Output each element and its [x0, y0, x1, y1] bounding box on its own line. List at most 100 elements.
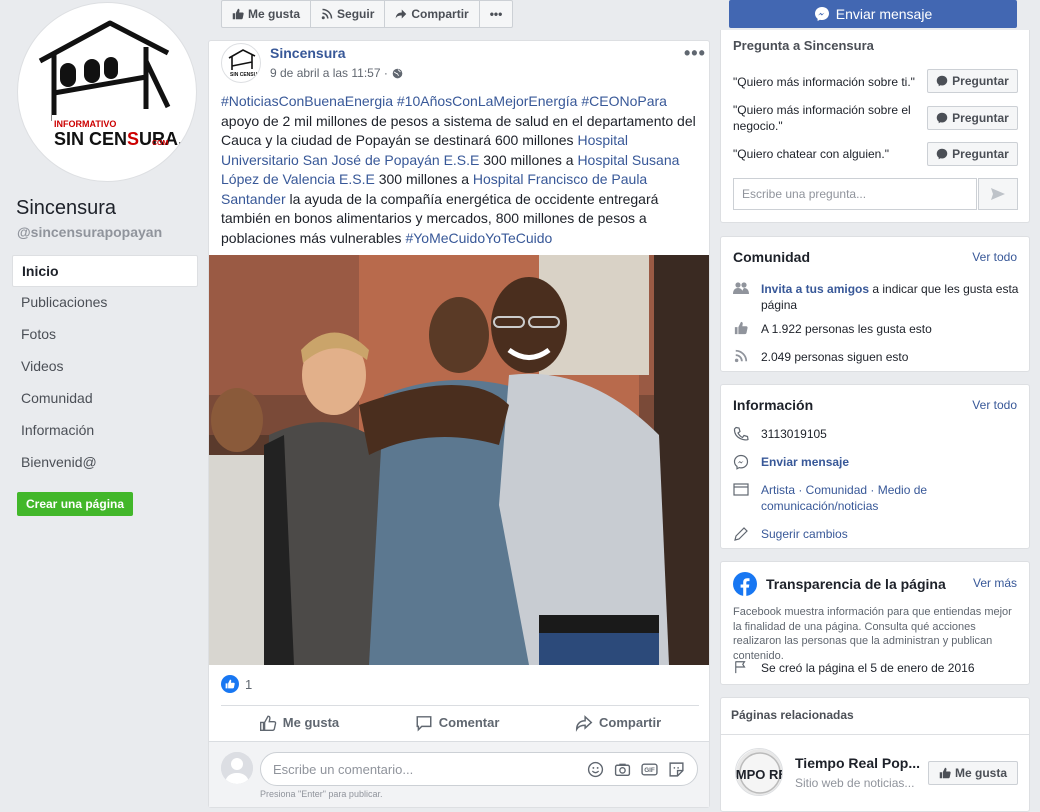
like-reaction-icon [221, 675, 239, 693]
like-page-label: Me gusta [248, 7, 301, 21]
post-text-segment: 300 millones a [374, 171, 473, 187]
transparency-body: Facebook muestra información para que en… [733, 606, 1012, 662]
message-row: Enviar mensaje [733, 454, 1019, 470]
info-title: Información [733, 397, 814, 413]
nav-item-bienvenid[interactable]: Bienvenid@ [12, 447, 198, 479]
post-author-name[interactable]: Sincensura [270, 45, 345, 61]
related-pages-panel: Páginas relacionadas TIEMPO REAL Tiempo … [720, 697, 1030, 812]
post-reactions[interactable]: 1 [221, 675, 252, 693]
sticker-icon[interactable] [668, 761, 685, 778]
share-page-button[interactable]: Compartir [385, 1, 480, 27]
ask-button-label: Preguntar [952, 74, 1009, 88]
page-navigation: Inicio Publicaciones Fotos Videos Comuni… [12, 255, 198, 479]
community-see-all-link[interactable]: Ver todo [972, 250, 1017, 264]
page-created-text: Se creó la página el 5 de enero de 2016 [761, 661, 975, 675]
nav-item-informacion[interactable]: Información [12, 415, 198, 447]
related-page-avatar[interactable]: TIEMPO REAL [735, 748, 783, 796]
page-categories[interactable]: Artista · Comunidad · Medio de comunicac… [761, 482, 1019, 514]
related-divider [721, 734, 1029, 735]
follow-page-button[interactable]: Seguir [311, 1, 386, 27]
post-comment-button[interactable]: Comentar [415, 714, 500, 732]
post-photo[interactable] [209, 255, 709, 665]
related-page-name[interactable]: Tiempo Real Pop... [795, 755, 920, 771]
info-send-message-link[interactable]: Enviar mensaje [761, 454, 849, 470]
nav-item-comunidad[interactable]: Comunidad [12, 383, 198, 415]
post-text-segment: 300 millones a [479, 151, 578, 168]
post-options-button[interactable]: ••• [684, 43, 706, 64]
more-options-button[interactable]: ••• [480, 1, 513, 27]
ask-page-panel: Pregunta a Sincensura "Quiero más inform… [720, 30, 1030, 223]
post-share-label: Compartir [599, 715, 662, 730]
emoji-icon[interactable] [587, 761, 604, 778]
suggest-edits-link[interactable]: Sugerir cambios [761, 526, 848, 542]
ask-title: Pregunta a Sincensura [733, 38, 874, 53]
post-text: #NoticiasConBuenaEnergia #10AñosConLaMej… [221, 92, 701, 248]
user-avatar[interactable] [221, 752, 253, 784]
hashtag-link[interactable]: #YoMeCuidoYoTeCuido [405, 230, 552, 246]
post-date-text: 9 de abril a las 11:57 · [270, 66, 388, 80]
post-like-button[interactable]: Me gusta [259, 714, 339, 732]
ask-button-3[interactable]: Preguntar [927, 142, 1018, 166]
invite-friends-link[interactable]: Invita a tus amigos [761, 282, 869, 296]
transparency-see-more-link[interactable]: Ver más [973, 576, 1017, 590]
related-like-button[interactable]: Me gusta [928, 761, 1018, 785]
phone-number[interactable]: 3113019105 [761, 426, 827, 442]
transparency-title: Transparencia de la página [766, 576, 946, 592]
nav-item-inicio[interactable]: Inicio [12, 255, 198, 287]
send-message-button[interactable]: Enviar mensaje [729, 0, 1017, 28]
create-page-button[interactable]: Crear una página [17, 492, 134, 516]
likes-count-row: A 1.922 personas les gusta esto [733, 321, 1019, 337]
gif-icon[interactable]: GIF [641, 761, 658, 778]
page-profile-picture[interactable]: INFORMATIVO SIN CENSURA. COM [17, 2, 197, 182]
ask-question-input[interactable]: Escribe una pregunta... [733, 178, 977, 210]
post-timestamp[interactable]: 9 de abril a las 11:57 · [270, 66, 403, 80]
comment-placeholder: Escribe un comentario... [273, 761, 414, 777]
nav-item-fotos[interactable]: Fotos [12, 319, 198, 351]
page-action-bar: Me gusta Seguir Compartir ••• [221, 0, 514, 28]
thumbs-up-outline-icon [259, 715, 277, 731]
post-action-row: Me gusta Comentar Compartir [221, 705, 699, 739]
nav-item-videos[interactable]: Videos [12, 351, 198, 383]
flag-icon [735, 661, 746, 674]
invite-friends-row: Invita a tus amigos a indicar que les gu… [733, 281, 1019, 313]
likes-count-text: A 1.922 personas les gusta esto [761, 322, 932, 336]
post-like-label: Me gusta [282, 715, 340, 730]
post-author-avatar[interactable]: SIN CENSURA [221, 43, 261, 83]
share-arrow-icon [396, 9, 407, 19]
rss-icon [321, 8, 333, 20]
sincensura-logo-small: SIN CENSURA [228, 49, 260, 78]
post-share-button[interactable]: Compartir [575, 714, 661, 732]
thumbs-up-icon [734, 321, 748, 335]
comment-input[interactable]: Escribe un comentario... GIF [260, 752, 698, 786]
send-message-label: Enviar mensaje [835, 6, 933, 22]
transparency-header: Transparencia de la página [733, 572, 946, 596]
post-card: SIN CENSURA Sincensura 9 de abril a las … [208, 40, 710, 808]
page-created-row: Se creó la página el 5 de enero de 2016 [733, 660, 1019, 676]
nav-item-publicaciones[interactable]: Publicaciones [12, 287, 198, 319]
ask-send-button[interactable] [978, 178, 1018, 210]
page-handle[interactable]: @sincensurapopayan [17, 224, 162, 240]
pencil-icon [734, 527, 748, 541]
default-user-icon [221, 752, 253, 784]
camera-icon[interactable] [614, 761, 631, 778]
info-see-all-link[interactable]: Ver todo [972, 398, 1017, 412]
ask-button-2[interactable]: Preguntar [927, 106, 1018, 130]
post-comment-label: Comentar [438, 715, 500, 730]
hashtag-link[interactable]: #CEONoPara [581, 93, 667, 109]
community-title: Comunidad [733, 249, 810, 265]
svg-text:INFORMATIVO: INFORMATIVO [54, 119, 116, 129]
like-page-button[interactable]: Me gusta [222, 1, 312, 27]
messenger-icon [936, 148, 948, 160]
ask-button-label: Preguntar [952, 111, 1009, 125]
svg-text:GIF: GIF [644, 767, 655, 774]
phone-row: 3113019105 [733, 426, 1019, 442]
messenger-icon [733, 454, 749, 470]
comment-bubble-icon [416, 715, 432, 732]
svg-text:COM: COM [152, 140, 169, 147]
page-transparency-panel: Transparencia de la página Ver más Faceb… [720, 561, 1030, 685]
messenger-icon [814, 7, 829, 21]
send-arrow-icon [991, 188, 1005, 200]
ask-button-1[interactable]: Preguntar [927, 69, 1018, 93]
hashtag-link[interactable]: #NoticiasConBuenaEnergia #10AñosConLaMej… [221, 93, 577, 109]
page-name[interactable]: Sincensura [16, 197, 116, 220]
